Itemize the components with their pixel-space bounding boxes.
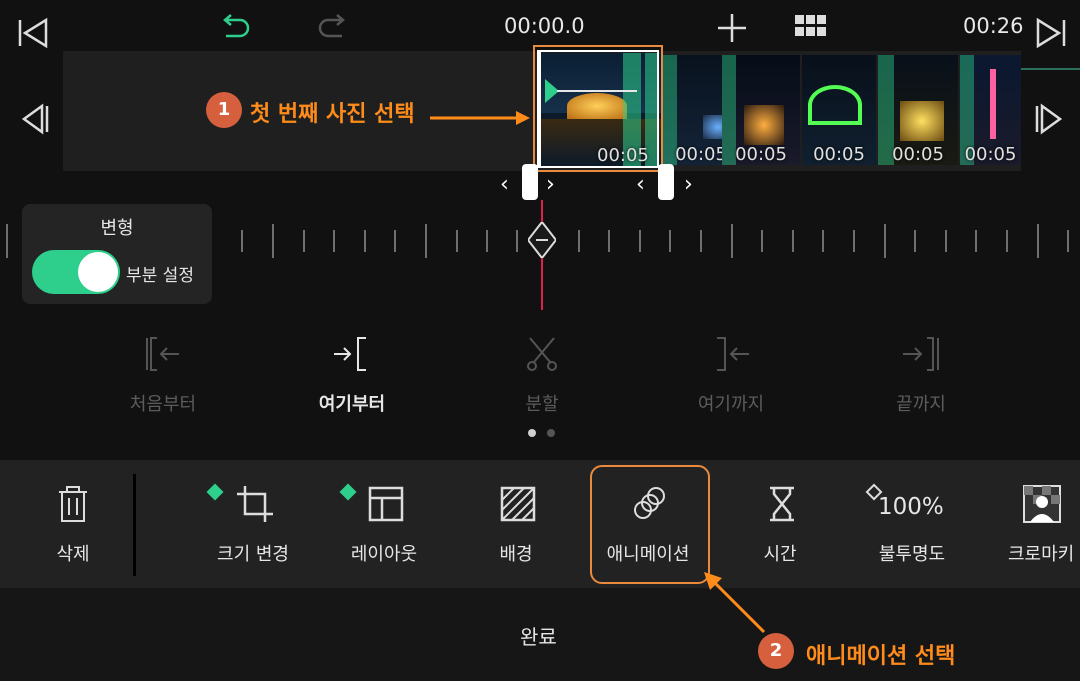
- chroma-key-icon: [1023, 485, 1061, 523]
- delete-label: 삭제: [56, 544, 90, 565]
- trash-icon: [59, 486, 87, 522]
- trim-right-chevron-icon: ›: [546, 172, 555, 197]
- done-button[interactable]: 완료: [520, 621, 557, 650]
- clip-thumbnail[interactable]: 00:05: [960, 55, 1021, 165]
- transform-title: 변형: [100, 218, 134, 239]
- toolbar-divider: [133, 474, 136, 576]
- skip-to-end-icon[interactable]: [1034, 16, 1068, 54]
- highlight-box-clip: [533, 45, 663, 172]
- chroma-key-button[interactable]: 크로마키: [984, 460, 1080, 588]
- callout-step-2-text: 애니메이션 선택: [806, 644, 956, 669]
- trim-from-here-icon: [334, 337, 366, 371]
- resize-label: 크기 변경: [217, 544, 289, 565]
- crop-icon: [237, 486, 273, 522]
- track-divider: [1020, 68, 1080, 70]
- opacity-value: 100%: [878, 494, 944, 520]
- op-split[interactable]: 분할: [467, 336, 617, 416]
- trim-end-handle[interactable]: [658, 164, 674, 200]
- trim-start-handle[interactable]: [522, 164, 538, 200]
- clip-thumbnail[interactable]: 00:05: [722, 55, 800, 165]
- prev-frame-icon[interactable]: [16, 102, 50, 140]
- trim-left-chevron-icon: ‹: [500, 172, 509, 197]
- op-from-start-label: 처음부터: [129, 394, 197, 415]
- trim-left-chevron-icon: ‹: [636, 172, 645, 197]
- delete-button[interactable]: 삭제: [13, 460, 133, 588]
- op-from-here[interactable]: 여기부터: [277, 336, 427, 416]
- hourglass-icon: [770, 486, 794, 522]
- callout-step-2-number: 2: [758, 633, 794, 669]
- op-to-end[interactable]: 끝까지: [846, 336, 996, 416]
- resize-button[interactable]: 크기 변경: [193, 460, 313, 588]
- add-icon[interactable]: [716, 12, 748, 48]
- add-keyframe-icon[interactable]: [526, 220, 558, 260]
- background-pattern-icon: [500, 486, 536, 522]
- grid-view-icon[interactable]: [794, 14, 828, 42]
- redo-icon[interactable]: [316, 12, 350, 46]
- opacity-label: 불투명도: [878, 544, 946, 565]
- total-time: 00:26: [963, 14, 1024, 38]
- keyframe-diamond-icon: [206, 483, 224, 501]
- partial-setting-toggle[interactable]: [32, 250, 120, 294]
- keyframe-diamond-icon: [339, 483, 357, 501]
- op-split-label: 분할: [525, 394, 559, 415]
- opacity-button[interactable]: 100% 불투명도: [852, 460, 972, 588]
- skip-to-start-icon[interactable]: [16, 16, 50, 54]
- clip-duration: 00:05: [892, 144, 944, 165]
- partial-setting-label: 부분 설정: [126, 266, 194, 286]
- current-time: 00:00.0: [504, 14, 585, 38]
- background-button[interactable]: 배경: [456, 460, 576, 588]
- op-from-start[interactable]: 처음부터: [88, 336, 238, 416]
- page-dot-active[interactable]: [528, 429, 536, 437]
- layout-label: 레이아웃: [350, 544, 418, 565]
- op-to-end-label: 끝까지: [896, 394, 946, 415]
- trim-right-chevron-icon: ›: [684, 172, 693, 197]
- background-label: 배경: [499, 544, 533, 565]
- next-frame-icon[interactable]: [1034, 102, 1068, 140]
- clip-duration: 00:05: [735, 144, 787, 165]
- layout-icon: [368, 486, 404, 522]
- clip-thumbnail[interactable]: 00:05: [802, 55, 876, 165]
- time-label: 시간: [763, 544, 797, 565]
- trim-to-end-icon: [903, 337, 939, 371]
- clip-duration: 00:05: [964, 144, 1017, 165]
- op-to-here-label: 여기까지: [697, 394, 765, 415]
- callout-step-1-text: 첫 번째 사진 선택: [250, 102, 415, 127]
- toggle-knob: [78, 252, 118, 292]
- op-from-here-label: 여기부터: [318, 394, 386, 415]
- page-dot[interactable]: [547, 429, 555, 437]
- op-to-here[interactable]: 여기까지: [656, 336, 806, 416]
- transform-panel: 변형 부분 설정: [22, 204, 212, 304]
- clip-duration: 00:05: [813, 144, 865, 165]
- trim-from-start-icon: [146, 337, 179, 371]
- trim-to-here-icon: [717, 337, 749, 371]
- bottom-toolbar: 삭제 크기 변경 레이아웃 배경 애니메이션 시간 100% 불투명도 크로마키: [0, 460, 1080, 588]
- layout-button[interactable]: 레이아웃: [324, 460, 444, 588]
- chroma-key-label: 크로마키: [1008, 544, 1075, 565]
- clip-thumbnail[interactable]: 00:05: [878, 55, 958, 165]
- callout-arrow-2: [700, 568, 770, 642]
- callout-step-1-number: 1: [206, 92, 242, 128]
- scissors-icon: [527, 337, 557, 371]
- undo-icon[interactable]: [218, 12, 252, 46]
- callout-arrow-1: [430, 110, 530, 130]
- highlight-box-animation: [590, 465, 710, 584]
